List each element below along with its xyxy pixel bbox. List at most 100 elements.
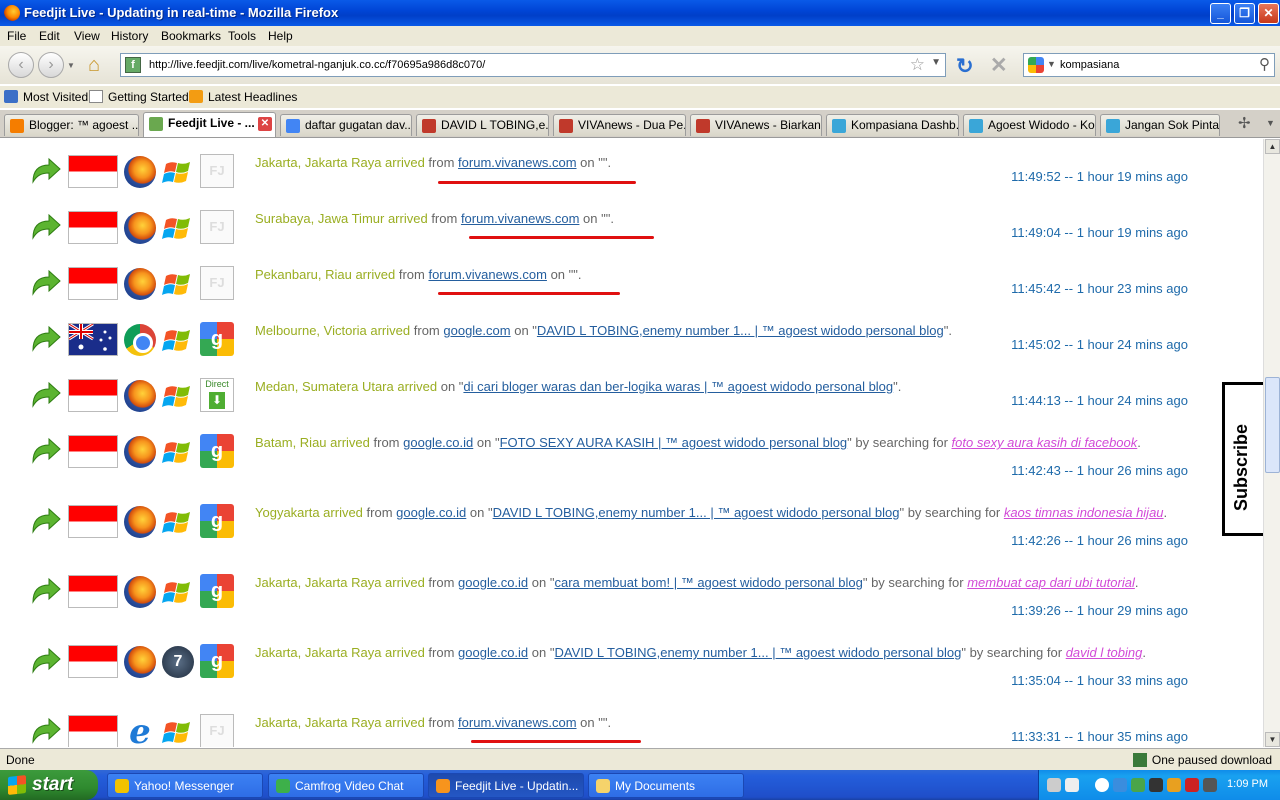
network-tray-icon[interactable]: [1113, 778, 1127, 792]
stop-icon[interactable]: ✕: [990, 53, 1008, 78]
tab-label: Kompasiana Dashb...: [851, 118, 959, 132]
menu-view[interactable]: View: [74, 29, 100, 43]
close-button[interactable]: ✕: [1258, 3, 1279, 24]
browser-tab[interactable]: Jangan Sok Pintar: [1100, 114, 1220, 136]
menu-tools[interactable]: Tools: [228, 29, 256, 43]
scroll-up-button[interactable]: ▲: [1265, 139, 1280, 154]
url-text[interactable]: http://live.feedjit.com/live/kometral-ng…: [149, 59, 485, 71]
tab-label: VIVAnews - Biarkan...: [715, 118, 822, 132]
taskbar-button[interactable]: Camfrog Video Chat: [268, 773, 424, 798]
browser-tab[interactable]: VIVAnews - Biarkan...: [690, 114, 822, 136]
page-link[interactable]: FOTO SEXY AURA KASIH | ™ agoest widodo p…: [500, 435, 848, 450]
tab-favicon-icon: [286, 119, 300, 133]
referrer-link[interactable]: google.co.id: [396, 505, 466, 520]
taskbar-button[interactable]: My Documents: [588, 773, 744, 798]
taskbar-button[interactable]: Yahoo! Messenger: [107, 773, 263, 798]
back-button[interactable]: ‹: [8, 52, 34, 78]
maximize-button[interactable]: ❐: [1234, 3, 1255, 24]
browser-tab[interactable]: Kompasiana Dashb...: [826, 114, 959, 136]
bookmark-most-visited[interactable]: Most Visited: [4, 90, 88, 104]
start-button[interactable]: start: [0, 770, 98, 800]
menu-edit[interactable]: Edit: [39, 29, 60, 43]
search-icon[interactable]: ⚲: [1259, 55, 1270, 73]
return-visit-arrow-icon: [30, 381, 62, 409]
page-link[interactable]: DAVID L TOBING,enemy number 1... | ™ ago…: [537, 323, 944, 338]
search-keyword-link[interactable]: david l tobing: [1066, 645, 1143, 660]
url-dropdown-icon[interactable]: ▼: [931, 57, 941, 68]
search-engine-dropdown-icon[interactable]: ▼: [1047, 59, 1056, 69]
search-keyword-link[interactable]: foto sexy aura kasih di facebook: [952, 435, 1138, 450]
download-status-label: One paused download: [1151, 753, 1272, 767]
referrer-link[interactable]: forum.vivanews.com: [458, 715, 576, 730]
google-search-engine-icon[interactable]: [1028, 57, 1044, 73]
referrer-link[interactable]: google.co.id: [458, 645, 528, 660]
browser-tab[interactable]: Blogger: ™ agoest ...: [4, 114, 139, 136]
referrer-link[interactable]: google.co.id: [458, 575, 528, 590]
subscribe-button[interactable]: Subscribe: [1222, 382, 1264, 536]
visit-time: 11:44:13 -- 1 hour 24 mins ago: [1011, 393, 1188, 408]
bookmark-label: Getting Started: [108, 90, 189, 104]
security-tray-icon[interactable]: [1149, 778, 1163, 792]
indonesia-flag-icon: [68, 645, 118, 678]
bluetooth-tray-icon[interactable]: [1185, 778, 1199, 792]
vertical-scrollbar[interactable]: ▲ ▼: [1263, 139, 1280, 747]
pen-tray-icon[interactable]: [1047, 778, 1061, 792]
referrer-link[interactable]: google.co.id: [403, 435, 473, 450]
home-icon[interactable]: ⌂: [88, 54, 100, 77]
bookmark-getting-started[interactable]: Getting Started: [89, 90, 189, 104]
download-status[interactable]: One paused download: [1132, 753, 1272, 767]
visitor-location: Pekanbaru, Riau arrived: [255, 267, 396, 282]
menu-file[interactable]: File: [7, 29, 26, 43]
feedjit-live-feed: FJ Jakarta, Jakarta Raya arrived from for…: [0, 139, 1263, 747]
from-label: from: [428, 575, 455, 590]
windows-xp-icon: [162, 212, 194, 244]
list-all-tabs-icon[interactable]: ▼: [1266, 118, 1275, 128]
search-bar[interactable]: ▼ kompasiana ⚲: [1023, 53, 1275, 77]
search-keyword-link[interactable]: kaos timnas indonesia hijau: [1004, 505, 1164, 520]
google-referrer-icon: g: [200, 574, 234, 608]
taskbar-button[interactable]: Feedjit Live - Updatin...: [428, 773, 584, 798]
page-link[interactable]: DAVID L TOBING,enemy number 1... | ™ ago…: [493, 505, 900, 520]
return-visit-arrow-icon: [30, 647, 62, 675]
new-tab-icon[interactable]: ✢: [1238, 114, 1251, 132]
url-bar[interactable]: f http://live.feedjit.com/live/kometral-…: [120, 53, 946, 77]
referrer-link[interactable]: forum.vivanews.com: [461, 211, 579, 226]
reload-icon[interactable]: ↻: [956, 54, 974, 79]
tab-favicon-icon: [422, 119, 436, 133]
referrer-link[interactable]: google.com: [443, 323, 510, 338]
close-tab-icon[interactable]: ✕: [258, 117, 272, 131]
visit-row: FJ Surabaya, Jawa Timur arrived from foru…: [0, 195, 1263, 251]
from-label: from: [366, 505, 393, 520]
bookmark-star-icon[interactable]: ☆: [910, 55, 925, 75]
browser-tab[interactable]: DAVID L TOBING,e...: [416, 114, 549, 136]
return-visit-arrow-icon: [30, 269, 62, 297]
menu-help[interactable]: Help: [268, 29, 293, 43]
app-tray-icon[interactable]: [1167, 778, 1181, 792]
referrer-link[interactable]: forum.vivanews.com: [428, 267, 546, 282]
browser-tab[interactable]: daftar gugatan dav...: [280, 114, 412, 136]
display-tray-icon[interactable]: [1203, 778, 1217, 792]
browser-tab[interactable]: VIVAnews - Dua Pe...: [553, 114, 686, 136]
page-link[interactable]: DAVID L TOBING,enemy number 1... | ™ ago…: [555, 645, 962, 660]
history-dropdown-icon[interactable]: ▼: [67, 61, 75, 70]
on-label: on: [580, 715, 595, 730]
search-input[interactable]: kompasiana: [1060, 59, 1119, 71]
bookmark-latest-headlines[interactable]: Latest Headlines: [189, 90, 297, 104]
keyboard-tray-icon[interactable]: [1065, 778, 1079, 792]
minimize-button[interactable]: _: [1210, 3, 1231, 24]
browser-tab[interactable]: Feedjit Live - ... ✕: [143, 112, 276, 137]
referrer-link[interactable]: forum.vivanews.com: [458, 155, 576, 170]
browser-tab[interactable]: Agoest Widodo - Ko...: [963, 114, 1096, 136]
scroll-down-button[interactable]: ▼: [1265, 732, 1280, 747]
page-link[interactable]: cara membuat bom! | ™ agoest widodo pers…: [555, 575, 863, 590]
visit-time: 11:45:42 -- 1 hour 23 mins ago: [1011, 281, 1188, 296]
menu-history[interactable]: History: [111, 29, 148, 43]
search-keyword-link[interactable]: membuat cap dari ubi tutorial: [967, 575, 1135, 590]
forward-button[interactable]: ›: [38, 52, 64, 78]
messenger-tray-icon[interactable]: [1131, 778, 1145, 792]
chevron-tray-icon[interactable]: [1095, 778, 1109, 792]
scroll-thumb[interactable]: [1265, 377, 1280, 473]
red-underline-annotation: [438, 181, 636, 184]
page-link[interactable]: di cari bloger waras dan ber-logika wara…: [463, 379, 893, 394]
menu-bookmarks[interactable]: Bookmarks: [161, 29, 221, 43]
